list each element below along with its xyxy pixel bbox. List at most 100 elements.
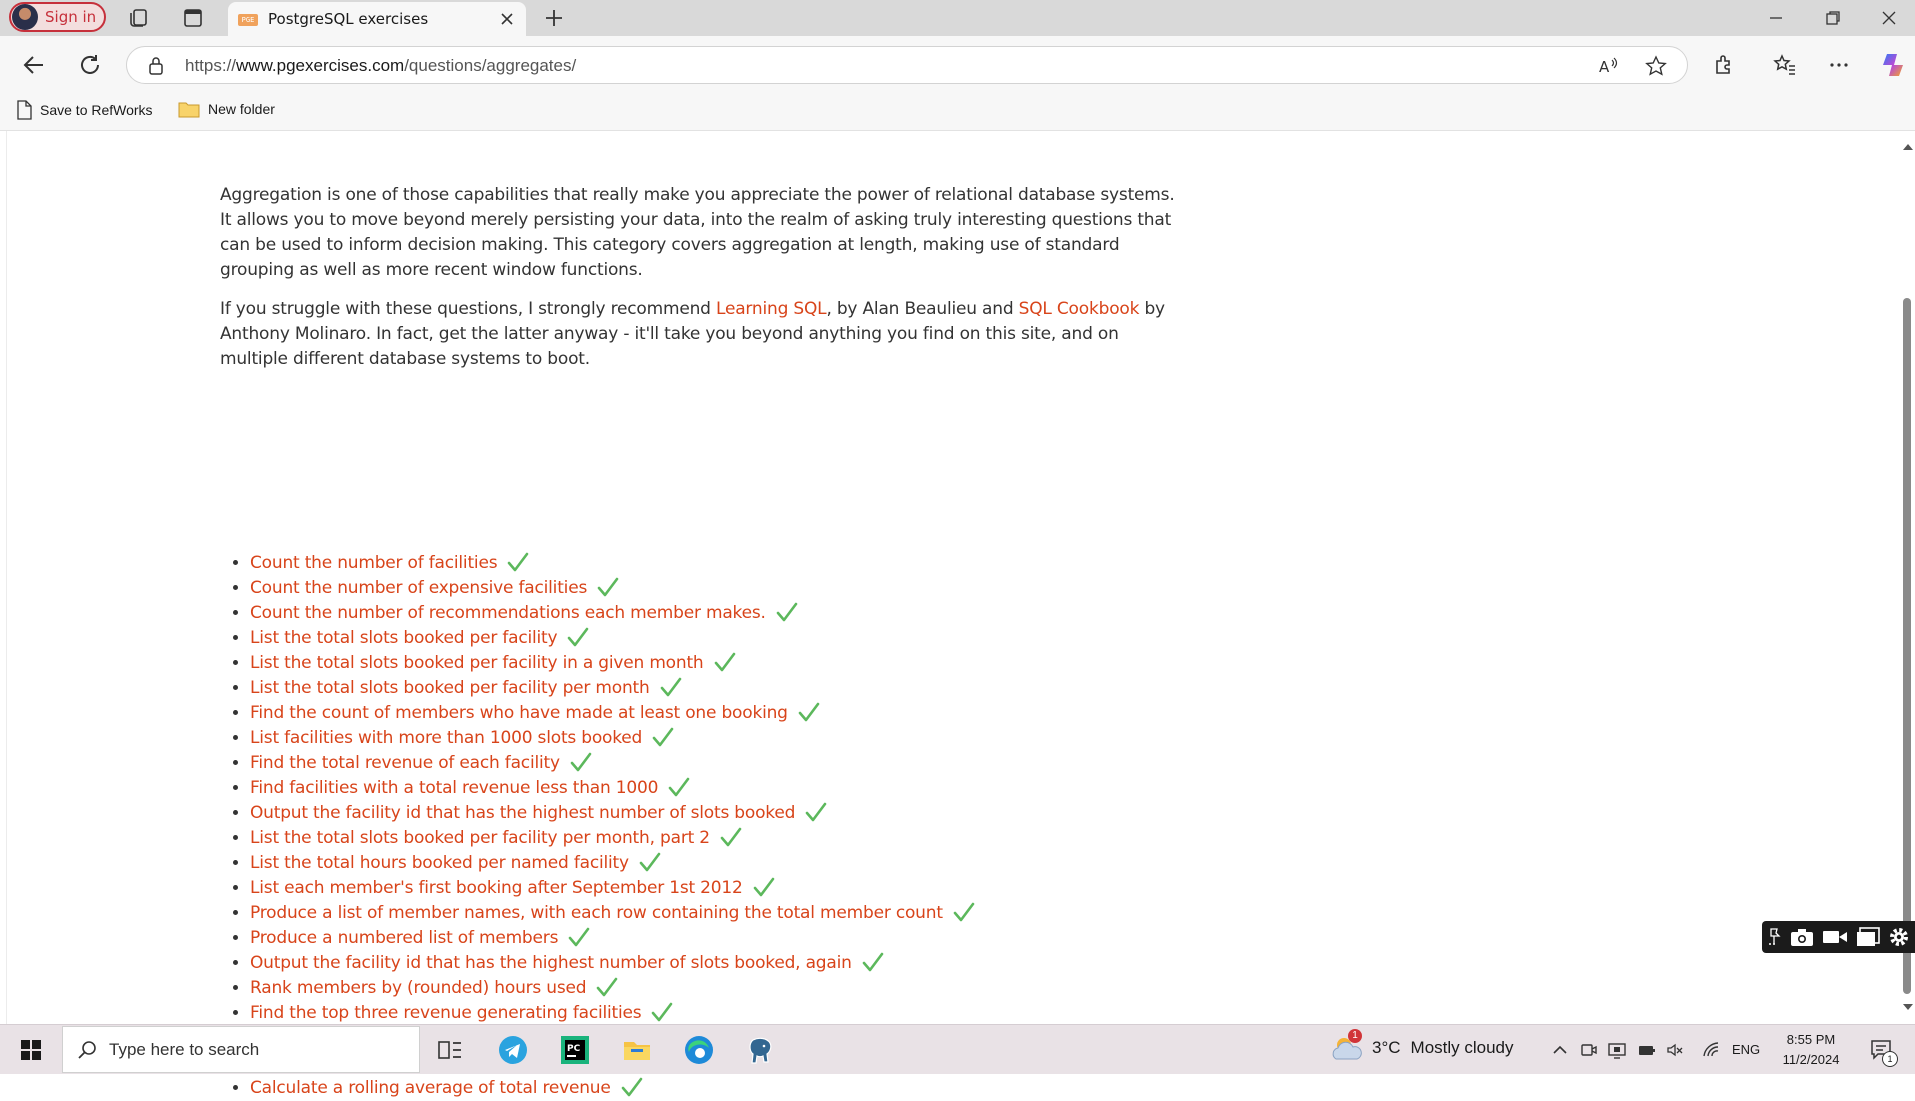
question-link[interactable]: Produce a list of member names, with eac… <box>250 903 943 923</box>
battery-icon[interactable] <box>1638 1041 1656 1059</box>
pin-icon[interactable] <box>1768 926 1782 948</box>
weather-alert-badge: 1 <box>1348 1029 1362 1043</box>
pge-favicon-icon: PGE <box>238 14 258 26</box>
completed-checkmark-icon <box>597 977 618 997</box>
question-list-item: Produce a numbered list of members <box>250 926 1150 951</box>
copilot-icon[interactable] <box>1878 50 1908 80</box>
scroll-up-icon[interactable] <box>1902 142 1914 152</box>
more-options-icon[interactable] <box>1826 52 1852 78</box>
completed-checkmark-icon <box>798 702 820 722</box>
question-link[interactable]: List the total slots booked per facility… <box>250 678 650 698</box>
weather-temperature: 3°C <box>1372 1038 1401 1057</box>
wifi-icon[interactable] <box>1702 1041 1720 1059</box>
intro-paragraph: Aggregation is one of those capabilities… <box>220 185 1175 280</box>
edge-browser-icon[interactable] <box>683 1034 715 1066</box>
svg-text:PC: PC <box>567 1044 581 1054</box>
question-list-item: List the total slots booked per facility… <box>250 651 1150 676</box>
question-list-item: Output the facility id that has the high… <box>250 801 1150 826</box>
pycharm-icon[interactable]: PC <box>559 1034 591 1066</box>
question-list-item: List the total slots booked per facility… <box>250 826 1150 851</box>
question-link[interactable]: List facilities with more than 1000 slot… <box>250 728 642 748</box>
question-link[interactable]: List the total slots booked per facility <box>250 628 558 648</box>
meet-now-icon[interactable] <box>1580 1041 1598 1059</box>
sql-cookbook-link[interactable]: SQL Cookbook <box>1019 299 1140 319</box>
completed-checkmark-icon <box>720 827 742 847</box>
postgresql-elephant-icon[interactable] <box>745 1034 777 1066</box>
window-capture-icon[interactable] <box>1856 927 1880 947</box>
minimize-icon[interactable] <box>1764 6 1788 30</box>
question-link[interactable]: Count the number of expensive facilities <box>250 578 587 598</box>
question-list-item: List facilities with more than 1000 slot… <box>250 726 1150 751</box>
question-link[interactable]: List the total slots booked per facility… <box>250 653 704 673</box>
url-path: /questions/aggregates/ <box>404 56 577 75</box>
camera-icon[interactable] <box>1790 927 1814 947</box>
tab-postgresql-exercises[interactable]: PGE PostgreSQL exercises <box>228 2 526 36</box>
weather-description: Mostly cloudy <box>1410 1038 1514 1057</box>
question-list-item: List the total slots booked per facility <box>250 626 1150 651</box>
scroll-down-icon[interactable] <box>1902 1002 1914 1012</box>
restore-icon[interactable] <box>1821 6 1845 30</box>
completed-checkmark-icon <box>568 927 590 947</box>
windows-start-icon[interactable] <box>20 1039 42 1061</box>
address-bar[interactable]: https://www.pgexercises.com/questions/ag… <box>126 46 1688 84</box>
settings-gear-icon[interactable] <box>1888 926 1910 948</box>
question-list-item: Rank members by (rounded) hours used <box>250 976 1150 1001</box>
taskbar-search-box[interactable]: Type here to search <box>62 1026 420 1073</box>
chevron-up-icon[interactable] <box>1551 1041 1569 1059</box>
question-list-item: Count the number of facilities <box>250 551 1150 576</box>
learning-sql-link[interactable]: Learning SQL <box>716 299 827 319</box>
question-link[interactable]: List the total hours booked per named fa… <box>250 853 629 873</box>
favorite-star-icon[interactable] <box>1645 55 1667 77</box>
question-link[interactable]: List the total slots booked per facility… <box>250 828 710 848</box>
close-tab-icon[interactable] <box>498 10 516 28</box>
search-placeholder: Type here to search <box>109 1040 260 1059</box>
url-text[interactable]: https://www.pgexercises.com/questions/ag… <box>185 56 576 76</box>
telegram-icon[interactable] <box>497 1034 529 1066</box>
refresh-icon[interactable] <box>77 52 103 78</box>
task-view-icon[interactable] <box>434 1034 466 1066</box>
question-link[interactable]: Produce a numbered list of members <box>250 928 558 948</box>
weather-widget[interactable]: 1 3°C Mostly cloudy <box>1330 1029 1514 1063</box>
display-icon[interactable] <box>1608 1041 1626 1059</box>
favorites-icon[interactable] <box>1772 52 1798 78</box>
question-link[interactable]: Find facilities with a total revenue les… <box>250 778 658 798</box>
question-link[interactable]: Find the total revenue of each facility <box>250 753 560 773</box>
completed-checkmark-icon <box>805 802 827 822</box>
question-link[interactable]: Rank members by (rounded) hours used <box>250 978 587 998</box>
question-link[interactable]: Count the number of facilities <box>250 553 498 573</box>
notification-center-button[interactable]: 1 <box>1870 1039 1898 1067</box>
favorite-new-folder[interactable]: New folder <box>178 100 275 118</box>
speaker-muted-icon[interactable] <box>1666 1041 1684 1059</box>
new-tab-icon[interactable] <box>543 7 565 29</box>
lock-icon[interactable] <box>147 56 165 76</box>
question-link[interactable]: Calculate a rolling average of total rev… <box>250 1078 611 1098</box>
question-link[interactable]: List each member's first booking after S… <box>250 878 743 898</box>
file-explorer-icon[interactable] <box>621 1034 653 1066</box>
scrollbar-thumb[interactable] <box>1903 298 1911 994</box>
tab-actions-icon[interactable] <box>181 6 205 30</box>
sign-in-button[interactable]: Sign in <box>9 2 106 32</box>
question-link[interactable]: Output the facility id that has the high… <box>250 953 852 973</box>
extensions-icon[interactable] <box>1712 52 1738 78</box>
question-link[interactable]: Find the top three revenue generating fa… <box>250 1003 642 1023</box>
favorite-save-to-refworks[interactable]: Save to RefWorks <box>16 100 153 120</box>
completed-checkmark-icon <box>568 627 589 647</box>
video-icon[interactable] <box>1822 927 1848 947</box>
read-aloud-icon[interactable]: A <box>1597 55 1619 77</box>
folder-icon <box>178 102 200 118</box>
page-content: Aggregation is one of those capabilities… <box>6 131 1901 1098</box>
title-bar: Sign in PGE PostgreSQL exercises <box>0 0 1915 36</box>
completed-checkmark-icon <box>953 902 975 922</box>
windows-taskbar: Type here to search PC 1 3°C Mostly clou… <box>0 1024 1915 1074</box>
back-icon[interactable] <box>21 52 47 78</box>
favorites-bar: Save to RefWorks New folder <box>0 94 1915 131</box>
url-host: www.pgexercises.com <box>236 56 405 75</box>
workspaces-icon[interactable] <box>128 6 152 30</box>
question-link[interactable]: Count the number of recommendations each… <box>250 603 766 623</box>
system-clock[interactable]: 8:55 PM 11/2/2024 <box>1770 1030 1852 1070</box>
language-indicator[interactable]: ENG <box>1732 1042 1760 1057</box>
close-window-icon[interactable] <box>1877 6 1901 30</box>
completed-checkmark-icon <box>660 677 681 697</box>
question-link[interactable]: Find the count of members who have made … <box>250 703 788 723</box>
question-link[interactable]: Output the facility id that has the high… <box>250 803 795 823</box>
